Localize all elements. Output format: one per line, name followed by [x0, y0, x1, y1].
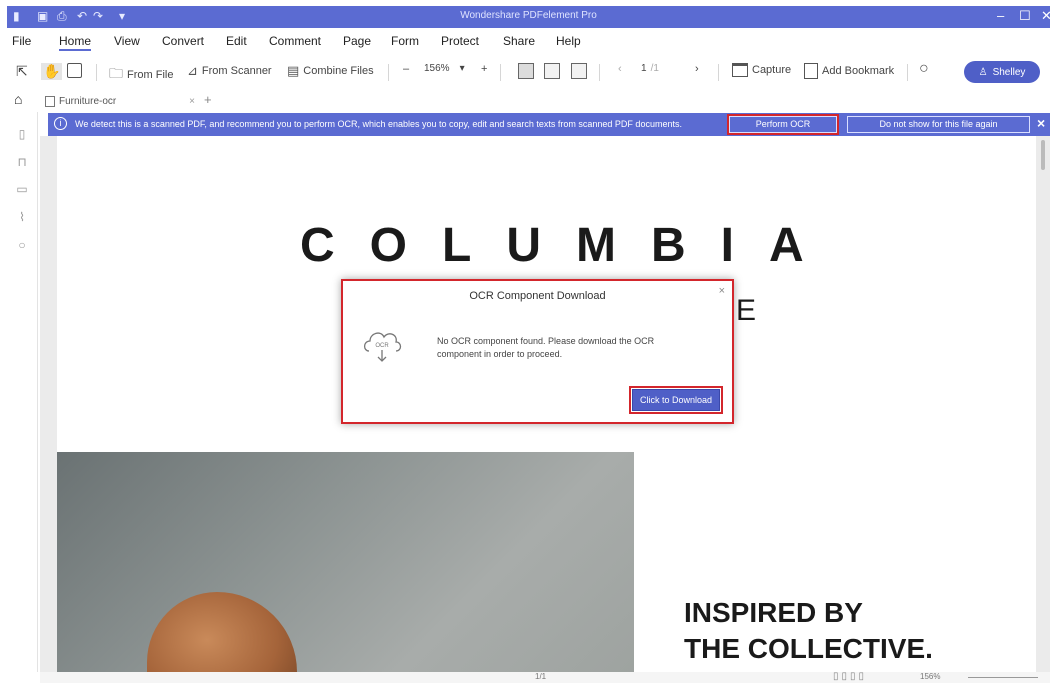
status-page-indicator[interactable]: 1/1 [535, 672, 546, 681]
close-tab-icon[interactable]: × [189, 96, 195, 107]
chevron-down-icon: ▾ [459, 63, 465, 74]
edit-tool-icon[interactable] [67, 63, 82, 78]
left-sidebar: ▯ ⊓ ▭ ⌇ ○ [7, 112, 38, 672]
from-file-button[interactable]: 🗀 From File [109, 63, 173, 87]
window-title: Wondershare PDFelement Pro [460, 10, 597, 21]
perform-ocr-button[interactable]: Perform OCR [727, 114, 839, 135]
close-window-button[interactable]: ✕ [1041, 8, 1050, 24]
vertical-scrollbar[interactable] [1041, 140, 1045, 170]
info-icon: i [54, 117, 67, 130]
close-dialog-icon[interactable]: × [719, 285, 725, 297]
new-tab-button[interactable]: + [204, 92, 212, 107]
dialog-message: No OCR component found. Please download … [437, 336, 655, 359]
menu-view[interactable]: View [114, 34, 140, 48]
zoom-select[interactable]: 156% ▾ [424, 63, 465, 74]
comments-icon[interactable]: ▭ [16, 183, 28, 196]
document-brand-heading: COLUMBIA [300, 219, 839, 272]
chair-image [147, 592, 297, 672]
document-photo [57, 452, 634, 672]
combine-icon: ▤ [287, 63, 300, 78]
menu-page[interactable]: Page [343, 34, 371, 48]
document-brand-subline: E [736, 294, 757, 327]
do-not-show-again-button[interactable]: Do not show for this file again [847, 116, 1030, 133]
capture-button[interactable]: Capture [732, 63, 791, 77]
rotate-icon[interactable] [571, 63, 587, 79]
prev-page-icon[interactable]: ‹ [618, 63, 622, 75]
page-input[interactable]: 1/1 [641, 63, 659, 74]
status-zoom[interactable]: 156% [920, 672, 940, 681]
menu-convert[interactable]: Convert [162, 34, 204, 48]
select-tool-icon[interactable]: ⇱ [16, 63, 28, 80]
hand-tool-icon[interactable]: ✋ [41, 63, 63, 80]
cloud-download-icon: OCR [359, 321, 405, 367]
bookmark-icon [804, 63, 818, 79]
click-to-download-button[interactable]: Click to Download [629, 386, 723, 414]
zoom-in-button[interactable]: + [481, 63, 487, 75]
document-headline: INSPIRED BY THE COLLECTIVE. [684, 597, 933, 664]
menu-protect[interactable]: Protect [441, 34, 479, 48]
menu-share[interactable]: Share [503, 34, 535, 48]
ocr-download-dialog: OCR Component Download × OCR No OCR comp… [341, 279, 734, 424]
menu-edit[interactable]: Edit [226, 34, 247, 48]
close-banner-icon[interactable]: × [1037, 115, 1045, 131]
toolbar: ⇱ ✋ 🗀 From File ⊿ From Scanner ▤ Combine… [7, 55, 1050, 89]
menu-file[interactable]: File [12, 34, 31, 48]
bookmarks-icon[interactable]: ⊓ [16, 156, 28, 169]
dialog-title: OCR Component Download [469, 290, 606, 302]
user-account-button[interactable]: ♙ Shelley [964, 61, 1040, 83]
svg-text:OCR: OCR [375, 343, 389, 349]
menu-form[interactable]: Form [391, 34, 419, 48]
fit-width-icon[interactable] [544, 63, 560, 79]
combine-files-button[interactable]: ▤ Combine Files [287, 63, 374, 79]
ocr-notification-banner: i We detect this is a scanned PDF, and r… [48, 113, 1050, 136]
home-icon[interactable]: ⌂ [14, 91, 22, 107]
attachments-icon[interactable]: ⌇ [16, 211, 28, 224]
fit-page-icon[interactable] [518, 63, 534, 79]
menu-help[interactable]: Help [556, 34, 581, 48]
status-bar: 1/1 ▯▯▯▯ 156% [40, 671, 1050, 683]
menu-bar: File Home View Convert Edit Comment Page… [7, 29, 1050, 53]
document-icon [45, 95, 55, 107]
zoom-slider[interactable] [968, 677, 1038, 678]
title-bar: ▮ ▣ ⎙ ↶ ↷ ▾ Wondershare PDFelement Pro –… [7, 6, 1050, 28]
thumbnails-icon[interactable]: ▯ [16, 128, 28, 141]
minimize-button[interactable]: – [997, 8, 1004, 23]
banner-message: We detect this is a scanned PDF, and rec… [75, 119, 682, 129]
menu-comment[interactable]: Comment [269, 34, 321, 48]
add-bookmark-button[interactable]: Add Bookmark [804, 63, 894, 79]
next-page-icon[interactable]: › [695, 63, 699, 75]
scanner-icon: ⊿ [187, 63, 198, 78]
camera-icon [732, 63, 748, 77]
zoom-out-button[interactable]: – [403, 63, 409, 75]
from-scanner-button[interactable]: ⊿ From Scanner [187, 63, 272, 79]
menu-home[interactable]: Home [59, 34, 92, 51]
search-panel-icon[interactable]: ○ [16, 239, 28, 252]
user-icon: ♙ [978, 66, 988, 78]
search-icon[interactable]: ○ [919, 60, 929, 78]
view-mode-icons[interactable]: ▯▯▯▯ [833, 671, 867, 682]
maximize-button[interactable]: ☐ [1019, 8, 1031, 24]
tab-row: ⌂ Furniture-ocr × + [7, 90, 1050, 111]
tab-furniture-ocr[interactable]: Furniture-ocr × [45, 93, 195, 109]
folder-icon: 🗀 [109, 65, 123, 81]
